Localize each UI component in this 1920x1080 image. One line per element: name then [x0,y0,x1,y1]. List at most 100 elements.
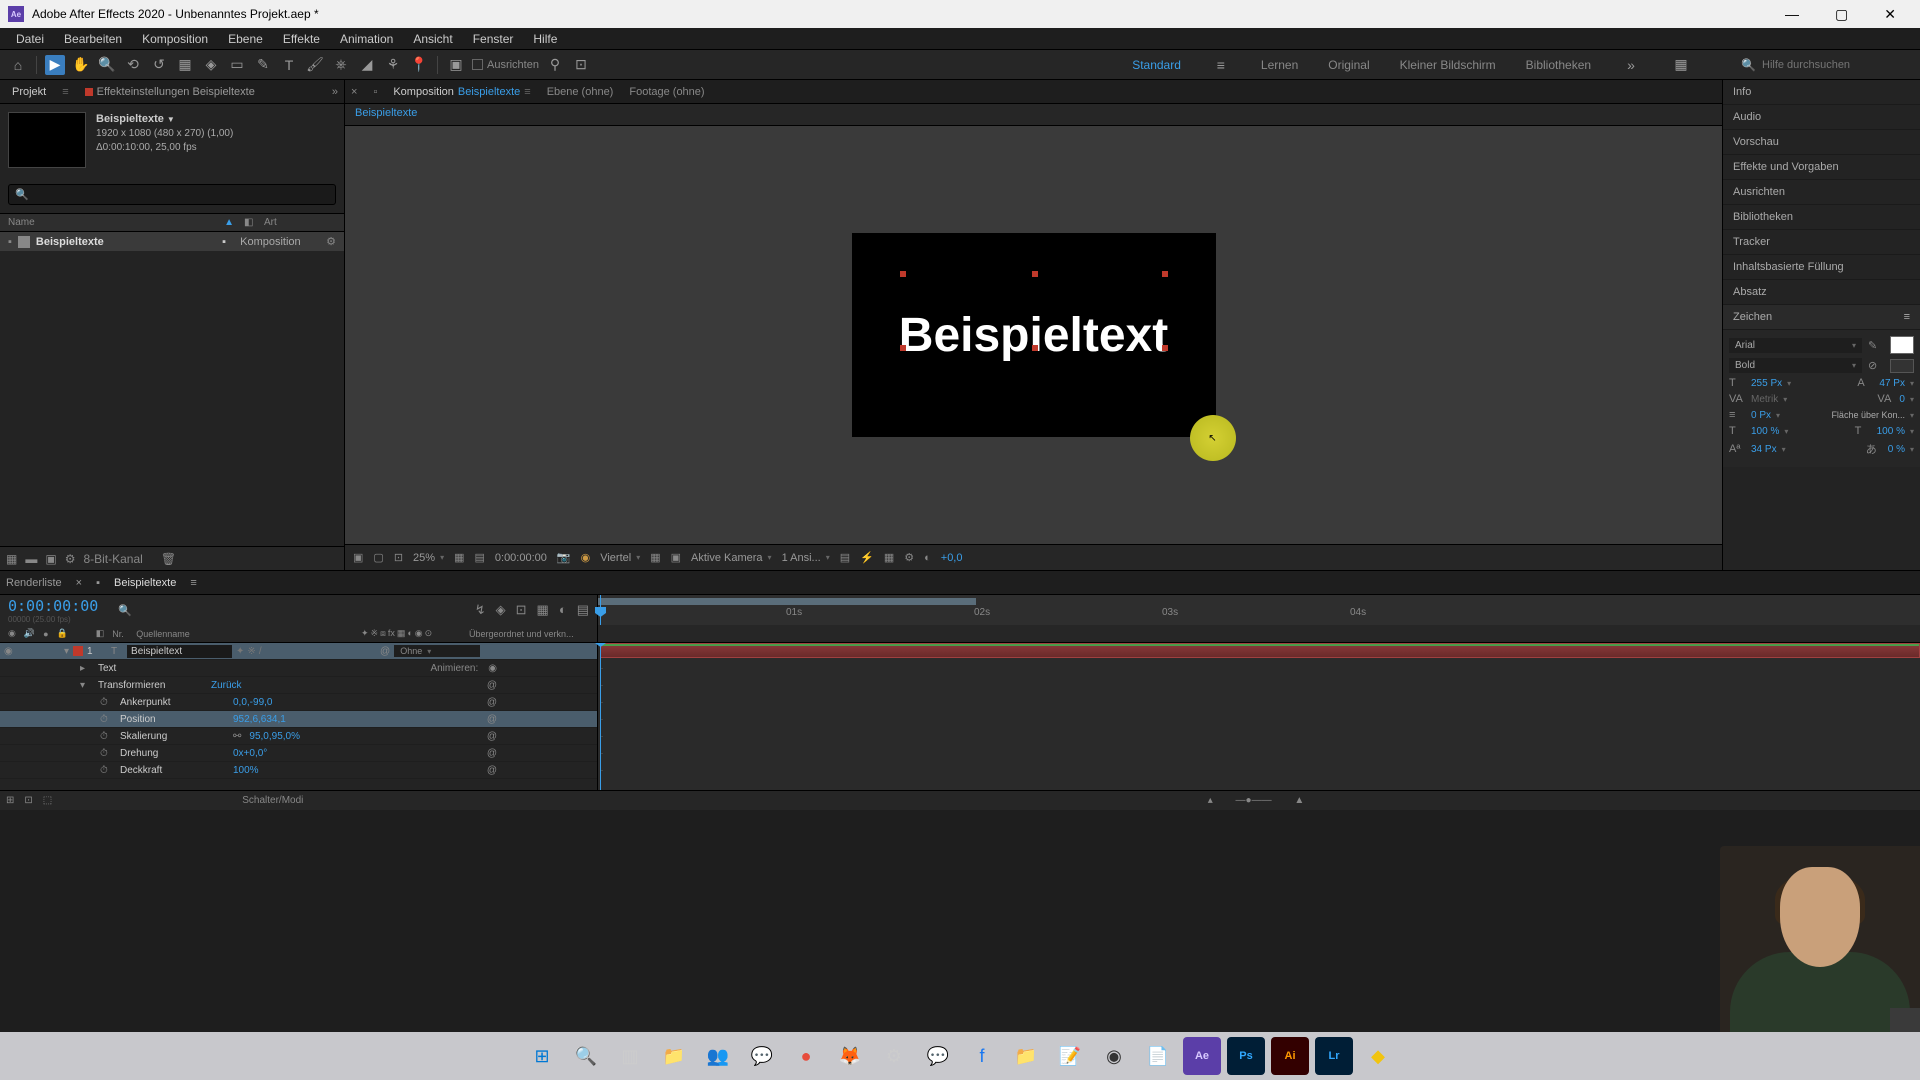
selection-tool[interactable]: ▶ [45,55,65,75]
exposure-value[interactable]: +0,0 [941,552,963,564]
tab-komposition[interactable]: Komposition Beispieltexte ≡ [393,86,530,98]
illustrator-icon[interactable]: Ai [1271,1037,1309,1075]
transparency-icon[interactable]: ▦ [650,551,660,564]
guides-icon[interactable]: ▤ [474,551,484,564]
layer-switches[interactable]: ✦※/ [236,646,376,657]
selection-handle[interactable] [900,345,906,351]
pen-tool[interactable]: ✎ [253,55,273,75]
leading-field[interactable]: 47 Px [1879,378,1914,389]
col-quellenname[interactable]: Quellenname [136,629,353,639]
solo-icon[interactable]: ● [43,629,48,639]
stopwatch-icon[interactable]: ⏱ [100,714,112,725]
prop-skalierung[interactable]: ⏱ Skalierung ⚯ 95,0,95,0% @ [0,728,597,745]
layer-name[interactable]: Beispieltext [127,645,232,658]
panel-absatz[interactable]: Absatz [1723,280,1920,305]
visibility-toggle[interactable]: ◉ [4,646,16,657]
font-size-field[interactable]: 255 Px [1751,378,1791,389]
eyedropper-icon[interactable]: ✎ [1868,339,1884,352]
expression-icon[interactable]: @ [487,731,497,742]
expression-icon[interactable]: @ [487,765,497,776]
close-button[interactable]: ✕ [1876,6,1904,23]
help-search-input[interactable] [1762,59,1902,71]
zoom-out-icon[interactable]: ▴ [1208,795,1213,806]
item-label-icon[interactable]: ▪ [222,236,234,248]
tab-ebene[interactable]: Ebene (ohne) [547,86,614,98]
link-icon[interactable]: ⚯ [233,731,241,742]
menu-fenster[interactable]: Fenster [463,30,524,48]
selection-handle[interactable] [1032,271,1038,277]
baseline-field[interactable]: 34 Px [1751,444,1786,455]
expression-icon[interactable]: @ [487,714,497,725]
project-search[interactable]: 🔍 [8,184,336,205]
panel-ausrichten[interactable]: Ausrichten [1723,180,1920,205]
lightroom-icon[interactable]: Lr [1315,1037,1353,1075]
teams-icon[interactable]: 👥 [699,1037,737,1075]
project-item[interactable]: ▪ Beispieltexte ▪ Komposition ⚙ [0,232,344,251]
parent-dropdown[interactable]: Ohne [394,645,480,657]
panel-effekte[interactable]: Effekte und Vorgaben [1723,155,1920,180]
menu-datei[interactable]: Datei [6,30,54,48]
canvas-text-layer[interactable]: Beispieltext [899,308,1168,363]
menu-bearbeiten[interactable]: Bearbeiten [54,30,132,48]
composition-viewer[interactable]: Beispieltext [345,126,1722,544]
app-icon-red[interactable]: ● [787,1037,825,1075]
stopwatch-icon[interactable]: ⏱ [100,697,112,708]
menu-ebene[interactable]: Ebene [218,30,273,48]
prop-value[interactable]: 0,0,-99,0 [233,697,272,708]
workspace-overflow-icon[interactable]: » [1621,55,1641,75]
shy-icon[interactable]: ⊡ [516,602,527,618]
notepad-icon[interactable]: 📝 [1051,1037,1089,1075]
prop-ankerpunkt[interactable]: ⏱ Ankerpunkt 0,0,-99,0 @ [0,694,597,711]
editor-icon[interactable]: 📄 [1139,1037,1177,1075]
viewer-timecode[interactable]: 0:00:00:00 [495,552,547,564]
tab-effekteinstellungen[interactable]: Effekteinstellungen Beispieltexte [79,84,261,100]
puppet-tool[interactable]: 📍 [409,55,429,75]
panel-bibliotheken[interactable]: Bibliotheken [1723,205,1920,230]
taskbar-search-icon[interactable]: 🔍 [567,1037,605,1075]
tab-footage[interactable]: Footage (ohne) [629,86,704,98]
stopwatch-icon[interactable]: ⏱ [100,765,112,776]
messenger-icon[interactable]: 💬 [919,1037,957,1075]
folder-icon[interactable]: 📁 [1007,1037,1045,1075]
animate-label[interactable]: Animieren: [430,663,478,674]
fast-preview-icon[interactable]: ⚡ [860,551,874,564]
flowchart-view-icon[interactable]: ⚙ [904,551,914,564]
work-area[interactable] [598,598,976,605]
tab-renderliste[interactable]: Renderliste [6,577,62,589]
resolution-dropdown[interactable]: Viertel [600,552,640,564]
stopwatch-icon[interactable]: ⏱ [100,731,112,742]
selection-handle[interactable] [900,271,906,277]
prop-value[interactable]: 952,6,634,1 [233,714,286,725]
reset-link[interactable]: Zurück [211,680,242,691]
orbit-tool[interactable]: ⟲ [123,55,143,75]
task-view-icon[interactable]: ▥ [611,1037,649,1075]
layer-bar[interactable] [600,643,1920,658]
mask-icon[interactable]: ▣ [446,55,466,75]
col-label-icon[interactable]: ◧ [244,217,256,228]
hscale-field[interactable]: 100 % [1877,426,1914,437]
current-timecode[interactable]: 0:00:00:00 [8,597,98,615]
tab-close-icon[interactable]: × [76,577,82,589]
toggle-switches-icon[interactable]: ⊞ [6,795,14,806]
menu-ansicht[interactable]: Ansicht [403,30,462,48]
firefox-icon[interactable]: 🦊 [831,1037,869,1075]
font-style-dropdown[interactable]: Bold [1729,358,1862,373]
prop-drehung[interactable]: ⏱ Drehung 0x+0,0° @ [0,745,597,762]
timeline-icon[interactable]: ▦ [884,551,894,564]
expression-icon[interactable]: @ [487,697,497,708]
col-name[interactable]: Name [8,217,224,228]
interpret-icon[interactable]: ▦ [6,552,17,566]
tab-comp-icon[interactable]: ▪ [96,577,100,589]
audio-icon[interactable]: 🔊 [24,628,35,639]
workspace-original[interactable]: Original [1328,58,1369,72]
menu-hilfe[interactable]: Hilfe [523,30,567,48]
panel-inhaltsbasierte[interactable]: Inhaltsbasierte Füllung [1723,255,1920,280]
channels-icon[interactable]: ◉ [581,551,591,564]
tab-timeline-comp[interactable]: Beispieltexte [114,577,176,589]
expression-icon[interactable]: @ [487,680,497,691]
viewer-lock-icon[interactable]: ▫ [373,86,377,98]
prop-deckkraft[interactable]: ⏱ Deckkraft 100% @ [0,762,597,779]
brush-tool[interactable]: 🖌 [305,55,325,75]
prop-position[interactable]: ⏱ Position 952,6,634,1 @ [0,711,597,728]
workspace-menu-icon[interactable]: ≡ [1211,55,1231,75]
